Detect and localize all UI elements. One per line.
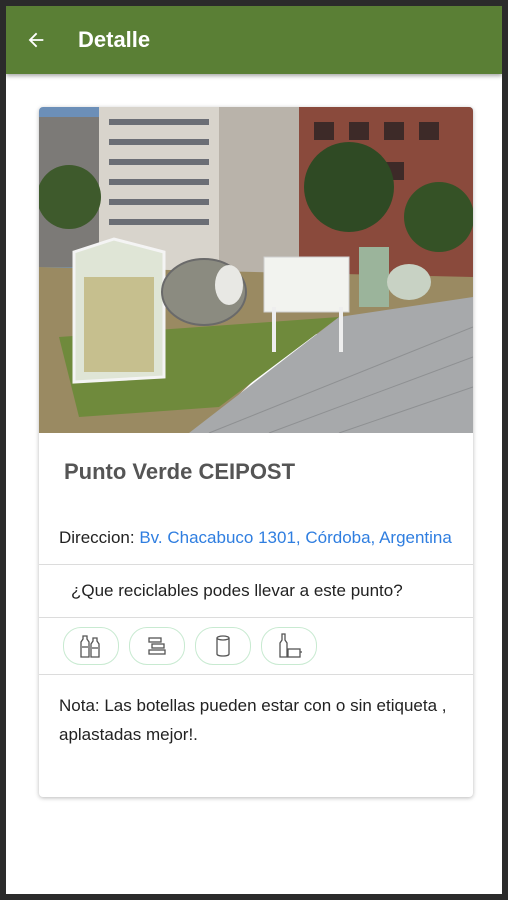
app-bar: Detalle [6, 6, 502, 74]
place-card: Punto Verde CEIPOST Direccion: Bv. Chaca… [39, 107, 473, 797]
address-label: Direccion: [59, 528, 135, 547]
recyclable-chip-plastic[interactable] [63, 627, 119, 665]
place-photo [39, 107, 473, 433]
recyclable-chip-glass[interactable] [261, 627, 317, 665]
glass-bottles-icon [279, 633, 302, 658]
page-title: Detalle [78, 27, 151, 52]
recyclable-chip-paper[interactable] [129, 627, 185, 665]
place-name: Punto Verde CEIPOST [64, 459, 296, 484]
note-text: Nota: Las botellas pueden estar con o si… [59, 696, 447, 744]
address-link[interactable]: Bv. Chacabuco 1301, Córdoba, Argentina [139, 528, 452, 547]
paper-stack-icon [148, 637, 166, 655]
screen: Detalle Punto Verde CEIPOST Direccion: B… [6, 6, 502, 894]
arrow-left-icon [28, 32, 44, 48]
address: Direccion: Bv. Chacabuco 1301, Córdoba, … [59, 523, 457, 552]
recyclables-question: ¿Que reciclables podes llevar a este pun… [71, 581, 403, 600]
can-icon [216, 635, 230, 657]
recyclable-chip-can[interactable] [195, 627, 251, 665]
back-button[interactable] [6, 6, 66, 74]
plastic-bottles-icon [80, 635, 100, 658]
recyclables-icons [39, 618, 473, 674]
